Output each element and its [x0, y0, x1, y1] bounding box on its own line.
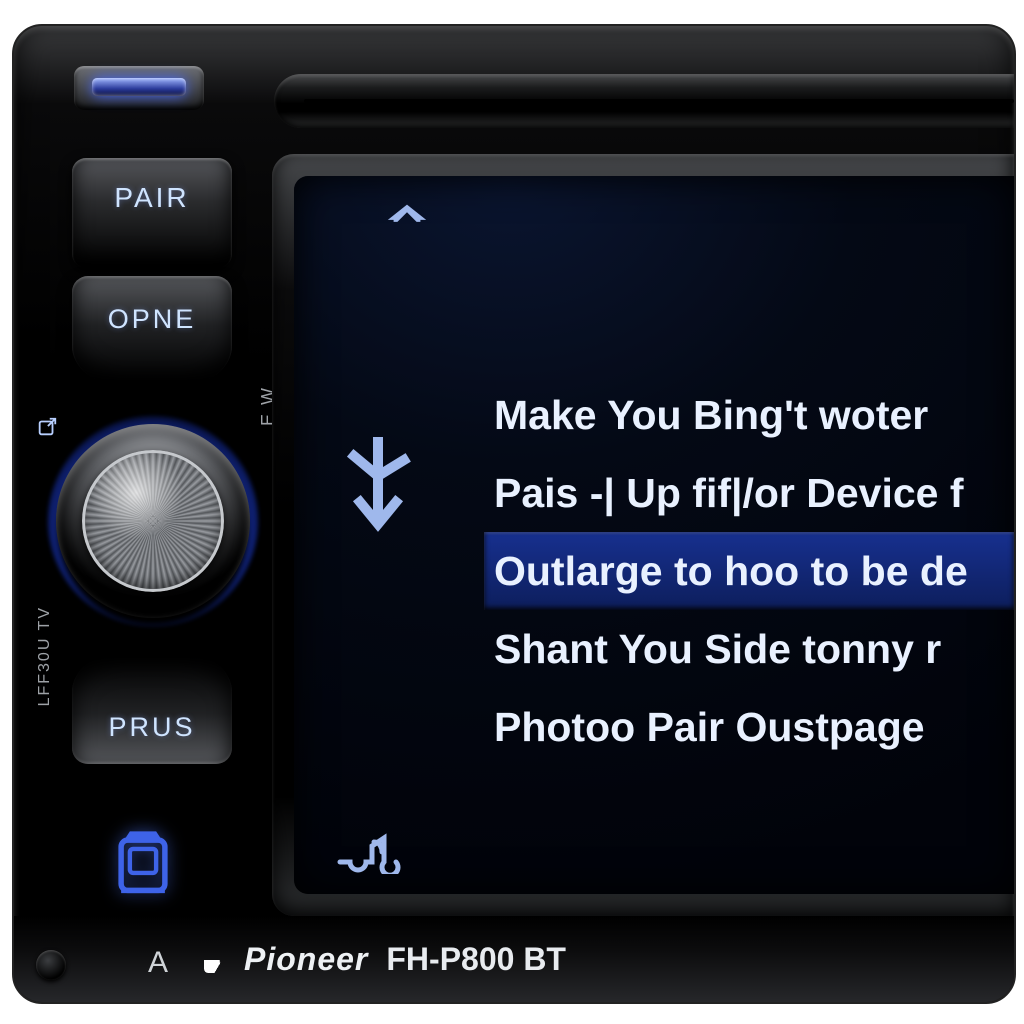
list-item-selected[interactable]: Outlarge to hoo to be de	[484, 532, 1014, 610]
menu-list: Make You Bing't woter Pais -| Up fif|/or…	[484, 376, 1014, 766]
down-split-arrow-icon[interactable]	[342, 436, 414, 546]
device-icon[interactable]	[108, 822, 178, 902]
home-icon[interactable]	[384, 198, 430, 238]
list-item[interactable]: Make You Bing't woter	[484, 376, 1014, 454]
knob-face	[82, 450, 224, 592]
list-item[interactable]: Pais -| Up fif|/or Device f	[484, 454, 1014, 532]
rotary-knob[interactable]	[48, 416, 258, 626]
disc-slot[interactable]	[274, 74, 1014, 128]
open-button[interactable]: OPNE	[72, 276, 232, 386]
brand-logo: Pioneer	[204, 941, 368, 978]
prus-button-label: PRUS	[72, 652, 232, 743]
model-label: FH-P800 BT	[386, 941, 566, 978]
brand-logo-text: Pioneer	[244, 941, 368, 977]
touch-screen[interactable]: Make You Bing't woter Pais -| Up fif|/or…	[294, 176, 1014, 894]
aux-jack[interactable]	[36, 950, 66, 980]
open-button-label: OPNE	[72, 276, 232, 335]
head-unit: PAIR OPNE E W LFF30U TV PRUS	[12, 24, 1016, 1004]
tow-icon[interactable]	[334, 826, 406, 874]
left-control-panel: PAIR OPNE E W LFF30U TV PRUS	[54, 66, 254, 942]
prus-button[interactable]: PRUS	[72, 652, 232, 764]
list-item[interactable]: Shant You Side tonny r	[484, 610, 1014, 688]
left-vertical-label: LFF30U TV	[36, 606, 54, 706]
brand-bar: A Pioneer FH-P800 BT	[14, 916, 1014, 1002]
list-item[interactable]: Photoo Pair Oustpage	[484, 688, 1014, 766]
pair-button[interactable]: PAIR	[72, 158, 232, 268]
status-led	[74, 66, 204, 110]
pair-button-label: PAIR	[72, 158, 232, 214]
screen-bezel: Make You Bing't woter Pais -| Up fif|/or…	[272, 154, 1014, 916]
a-label: A	[148, 946, 170, 980]
